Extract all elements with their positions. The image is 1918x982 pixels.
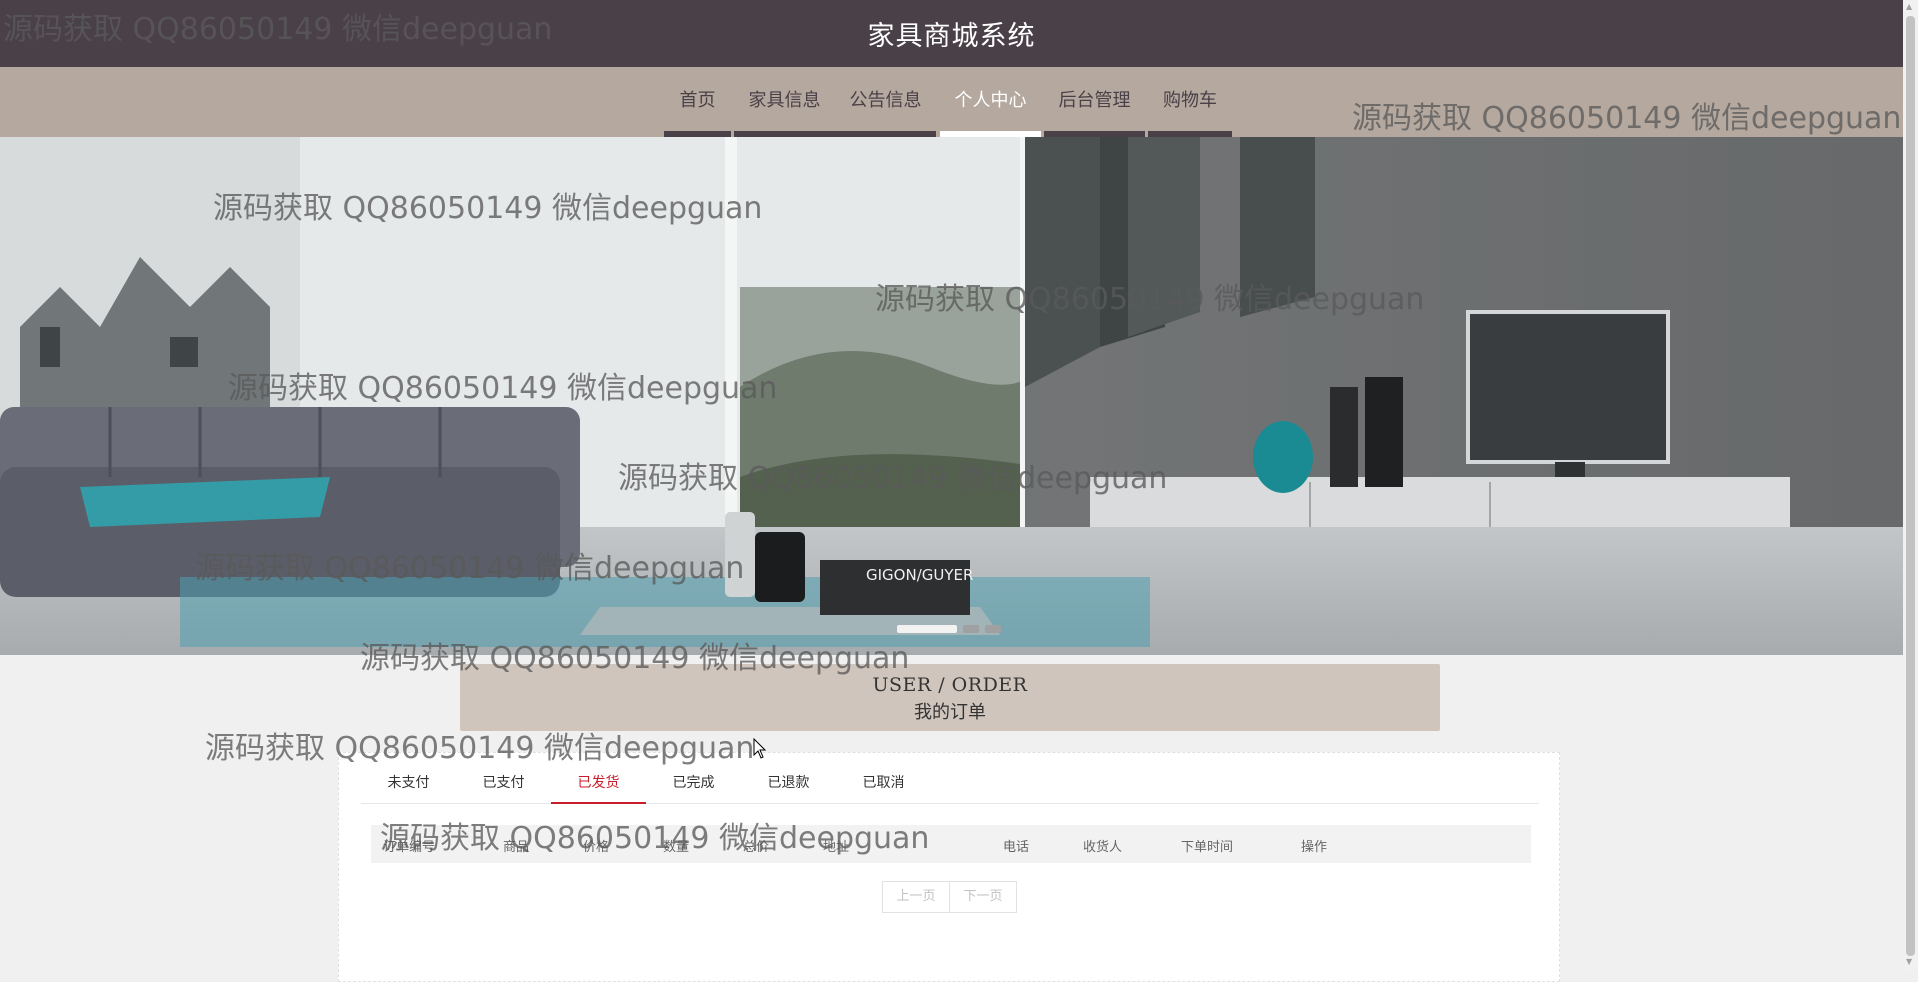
tab-shipped[interactable]: 已发货 [551, 765, 646, 804]
tab-cancelled[interactable]: 已取消 [836, 765, 931, 803]
nav-item-user-center[interactable]: 个人中心 [940, 67, 1041, 137]
column-header-quantity: 数量 [663, 840, 690, 855]
top-header: 家具商城系统 [0, 0, 1903, 67]
carousel-dot[interactable] [897, 625, 957, 633]
nav-item-admin[interactable]: 后台管理 [1044, 67, 1145, 137]
tab-unpaid[interactable]: 未支付 [361, 765, 456, 803]
column-header-order-no: 订单编号 [383, 840, 436, 855]
prev-page-button[interactable]: 上一页 [882, 881, 950, 913]
section-title-zh: 我的订单 [914, 702, 986, 723]
main-nav: 首页 家具信息 公告信息 个人中心 后台管理 购物车 [0, 67, 1903, 137]
carousel-dots [897, 625, 1001, 633]
nav-item-label: 首页 [679, 90, 716, 111]
section-header: USER / ORDER 我的订单 [460, 664, 1440, 731]
carousel-dot[interactable] [985, 625, 1001, 633]
scrollbar-thumb[interactable] [1906, 16, 1915, 956]
nav-item-label: 公告信息 [849, 90, 922, 111]
nav-item-furniture[interactable]: 家具信息 [734, 67, 835, 137]
tab-completed[interactable]: 已完成 [646, 765, 741, 803]
order-table-header: 订单编号 商品 价格 数量 总价 地址 电话 收货人 下单时间 操作 [371, 825, 1531, 863]
column-header-phone: 电话 [1003, 840, 1030, 855]
column-header-actions: 操作 [1301, 840, 1328, 855]
nav-item-cart[interactable]: 购物车 [1148, 67, 1232, 137]
column-header-order-time: 下单时间 [1181, 840, 1234, 855]
page-scrollbar[interactable]: ▲ ▼ [1903, 0, 1918, 970]
column-header-address: 地址 [823, 840, 850, 855]
order-status-tabs: 未支付 已支付 已发货 已完成 已退款 已取消 [361, 765, 1539, 804]
tab-paid[interactable]: 已支付 [456, 765, 551, 803]
nav-item-home[interactable]: 首页 [664, 67, 731, 137]
mouse-cursor-icon [753, 738, 767, 759]
nav-list: 首页 家具信息 公告信息 个人中心 后台管理 购物车 [664, 67, 1232, 137]
book-title: GIGON/GUYER [866, 566, 973, 584]
column-header-product: 商品 [503, 840, 530, 855]
banner-carousel[interactable]: GIGON/GUYER [0, 137, 1903, 655]
nav-item-notices[interactable]: 公告信息 [835, 67, 936, 137]
banner-image: GIGON/GUYER [0, 137, 1903, 655]
section-title-en: USER / ORDER [872, 674, 1028, 696]
column-header-price: 价格 [583, 840, 610, 855]
pagination: 上一页 下一页 [882, 881, 1017, 913]
nav-item-label: 后台管理 [1058, 90, 1131, 111]
order-panel: 未支付 已支付 已发货 已完成 已退款 已取消 订单编号 商品 价格 数量 总价… [338, 752, 1560, 982]
column-header-receiver: 收货人 [1083, 840, 1123, 855]
nav-item-label: 购物车 [1163, 90, 1217, 111]
scroll-down-arrow-icon[interactable]: ▼ [1906, 957, 1912, 966]
carousel-dot[interactable] [963, 625, 979, 633]
nav-item-label: 家具信息 [748, 90, 821, 111]
nav-item-label: 个人中心 [954, 90, 1027, 111]
scroll-up-arrow-icon[interactable]: ▲ [1906, 2, 1912, 11]
tab-refunded[interactable]: 已退款 [741, 765, 836, 803]
column-header-total: 总价 [743, 840, 770, 855]
next-page-button[interactable]: 下一页 [950, 881, 1017, 913]
site-title: 家具商城系统 [867, 21, 1036, 52]
